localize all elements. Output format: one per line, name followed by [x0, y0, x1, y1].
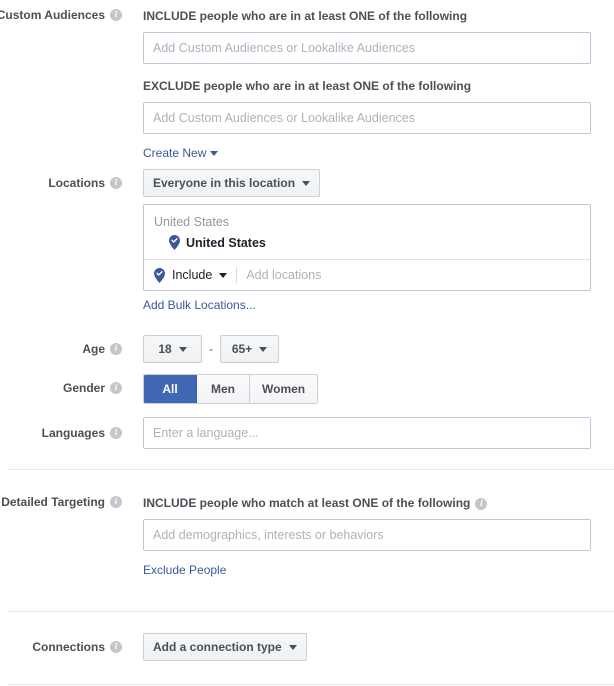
age-row: Age 18 - 65+: [0, 335, 614, 363]
languages-fields: [128, 417, 614, 449]
custom-audiences-row: Custom Audiences INCLUDE people who are …: [0, 8, 614, 160]
chevron-down-icon: [219, 272, 228, 278]
add-bulk-locations-link[interactable]: Add Bulk Locations...: [143, 298, 256, 312]
age-label-text: Age: [82, 342, 105, 356]
locations-selected-group: United States United States: [144, 205, 590, 259]
custom-audiences-include-heading: INCLUDE people who are in at least ONE o…: [143, 9, 468, 23]
custom-audiences-exclude-heading: EXCLUDE people who are in at least ONE o…: [143, 79, 472, 93]
connections-label: Connections: [0, 633, 128, 661]
map-pin-check-icon: [169, 235, 180, 250]
divider: [236, 267, 238, 283]
age-section: Age 18 - 65+: [0, 335, 614, 363]
locations-section: Locations Everyone in this location Unit…: [0, 169, 614, 312]
locations-label: Locations: [0, 169, 128, 197]
create-new-audience-link[interactable]: Create New: [143, 146, 219, 160]
chevron-down-icon: [210, 150, 219, 156]
connections-section: Connections Add a connection type: [0, 633, 614, 661]
locations-fields: Everyone in this location United States …: [128, 169, 614, 312]
connection-type-dropdown[interactable]: Add a connection type: [143, 633, 307, 661]
info-icon[interactable]: [110, 640, 122, 653]
detailed-targeting-section: Detailed Targeting INCLUDE people who ma…: [0, 495, 614, 577]
detailed-targeting-input[interactable]: [143, 519, 591, 551]
audience-targeting-panel: Custom Audiences INCLUDE people who are …: [0, 0, 614, 686]
age-label: Age: [0, 335, 128, 363]
gender-option-all[interactable]: All: [144, 375, 197, 403]
age-min-value: 18: [158, 342, 172, 356]
section-divider: [8, 684, 614, 685]
info-icon[interactable]: [110, 381, 122, 394]
location-include-value: Include: [172, 268, 213, 282]
connections-fields: Add a connection type: [128, 633, 614, 661]
section-divider: [8, 469, 614, 470]
location-scope-dropdown[interactable]: Everyone in this location: [143, 169, 321, 197]
chevron-down-icon: [178, 346, 187, 352]
gender-option-women[interactable]: Women: [250, 375, 318, 403]
detailed-targeting-include-heading-text: INCLUDE people who match at least ONE of…: [143, 496, 471, 510]
detailed-targeting-fields: INCLUDE people who match at least ONE of…: [128, 495, 614, 577]
gender-section: Gender All Men Women: [0, 374, 614, 404]
detailed-targeting-label-text: Detailed Targeting: [1, 495, 105, 509]
age-max-value: 65+: [231, 342, 253, 356]
age-fields: 18 - 65+: [128, 335, 614, 363]
map-pin-check-icon: [154, 267, 165, 283]
chevron-down-icon: [259, 346, 268, 352]
languages-section: Languages: [0, 417, 614, 449]
languages-label: Languages: [0, 417, 128, 449]
age-max-dropdown[interactable]: 65+: [220, 335, 279, 363]
custom-audiences-exclude-input[interactable]: [143, 102, 591, 134]
chevron-down-icon: [288, 644, 297, 650]
gender-row: Gender All Men Women: [0, 374, 614, 404]
detailed-targeting-include-heading: INCLUDE people who match at least ONE of…: [143, 495, 614, 511]
gender-label: Gender: [0, 374, 128, 402]
age-range: 18 - 65+: [143, 335, 614, 363]
location-include-dropdown[interactable]: Include: [154, 267, 228, 283]
connections-label-text: Connections: [32, 640, 105, 654]
custom-audiences-fields: INCLUDE people who are in at least ONE o…: [128, 8, 614, 160]
custom-audiences-include-input[interactable]: [143, 32, 591, 64]
location-chip-label: United States: [186, 235, 266, 250]
detailed-targeting-row: Detailed Targeting INCLUDE people who ma…: [0, 495, 614, 577]
age-range-separator: -: [209, 342, 213, 356]
location-scope-value: Everyone in this location: [153, 176, 296, 190]
gender-option-men[interactable]: Men: [197, 375, 250, 403]
custom-audiences-label: Custom Audiences: [0, 8, 128, 22]
gender-toggle-group: All Men Women: [143, 374, 319, 404]
location-chip-united-states[interactable]: United States: [154, 235, 580, 250]
info-icon[interactable]: [475, 497, 488, 510]
chevron-down-icon: [302, 180, 311, 186]
languages-label-text: Languages: [41, 426, 105, 440]
info-icon[interactable]: [110, 8, 122, 21]
locations-input-row: Include Add locations: [144, 259, 590, 290]
gender-label-text: Gender: [62, 381, 105, 395]
custom-audiences-label-text: Custom Audiences: [0, 8, 105, 22]
info-icon[interactable]: [110, 495, 122, 508]
languages-input[interactable]: [143, 417, 591, 449]
locations-label-text: Locations: [48, 176, 105, 190]
connections-row: Connections Add a connection type: [0, 633, 614, 661]
create-new-audience-label: Create New: [143, 146, 207, 160]
exclude-people-link[interactable]: Exclude People: [143, 563, 226, 577]
info-icon[interactable]: [110, 176, 122, 189]
connection-type-value: Add a connection type: [153, 640, 282, 654]
locations-box: United States United States Include Add …: [143, 204, 591, 291]
age-min-dropdown[interactable]: 18: [143, 335, 202, 363]
detailed-targeting-label: Detailed Targeting: [0, 495, 128, 509]
locations-row: Locations Everyone in this location Unit…: [0, 169, 614, 312]
gender-fields: All Men Women: [128, 374, 614, 404]
custom-audiences-section: Custom Audiences INCLUDE people who are …: [0, 8, 614, 160]
locations-group-title: United States: [154, 215, 230, 229]
info-icon[interactable]: [110, 426, 122, 439]
languages-row: Languages: [0, 417, 614, 449]
section-divider: [8, 611, 614, 612]
info-icon[interactable]: [110, 342, 122, 355]
add-locations-input[interactable]: Add locations: [246, 268, 580, 282]
